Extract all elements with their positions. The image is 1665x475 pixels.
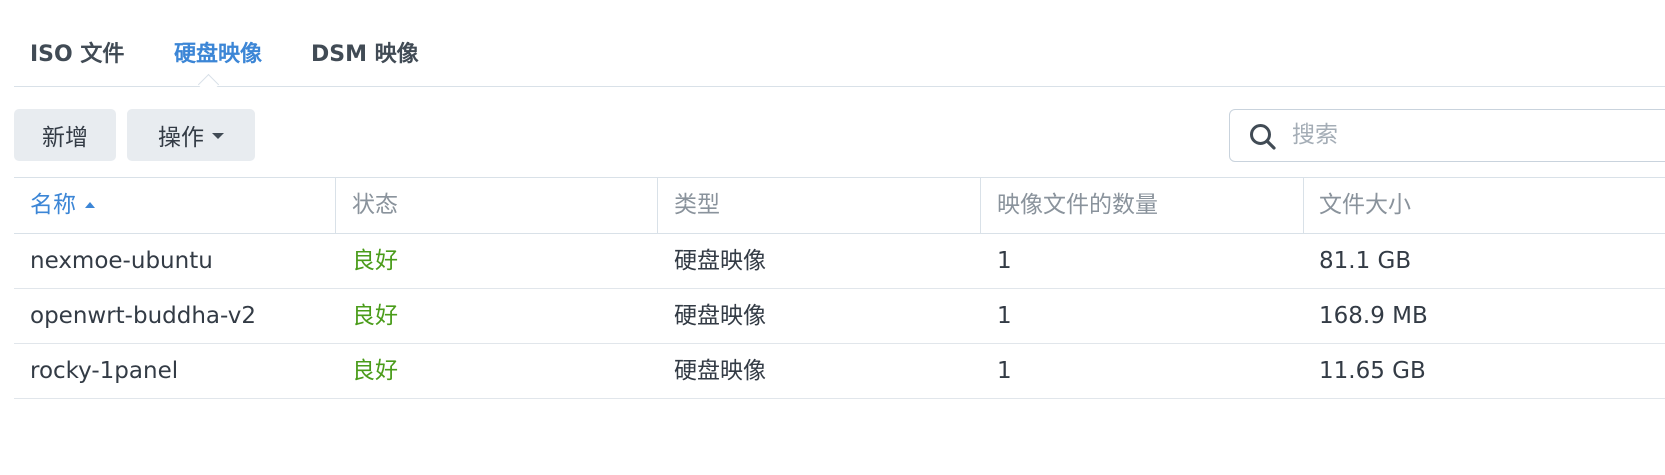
column-header-status[interactable]: 状态 xyxy=(352,178,398,233)
cell-status: 良好 xyxy=(352,303,398,329)
cell-name: rocky-1panel xyxy=(30,358,179,384)
disk-image-table: 名称 状态 类型 映像文件的数量 文件大小 nexmoe-ubuntu 良好 硬… xyxy=(14,177,1665,399)
search-box[interactable] xyxy=(1229,109,1665,162)
column-header-file-size[interactable]: 文件大小 xyxy=(1319,178,1411,233)
cell-type: 硬盘映像 xyxy=(674,248,766,274)
search-input[interactable] xyxy=(1292,118,1592,152)
cell-type: 硬盘映像 xyxy=(674,303,766,329)
add-button-label: 新增 xyxy=(42,125,88,151)
tab-dsm-images[interactable]: DSM 映像 xyxy=(311,36,419,68)
cell-image-count: 1 xyxy=(997,248,1012,274)
search-icon xyxy=(1250,124,1276,150)
tab-iso-files[interactable]: ISO 文件 xyxy=(30,36,124,68)
sort-ascending-icon xyxy=(85,202,95,208)
column-header-name-label: 名称 xyxy=(30,192,76,218)
action-dropdown-button[interactable]: 操作 xyxy=(127,109,255,161)
disk-image-manager: ISO 文件 硬盘映像 DSM 映像 新增 操作 名称 状态 类型 映像文件的数… xyxy=(0,0,1665,475)
table-row[interactable]: rocky-1panel 良好 硬盘映像 1 11.65 GB xyxy=(14,344,1665,399)
tab-bar: ISO 文件 硬盘映像 DSM 映像 xyxy=(14,0,1665,87)
cell-name: nexmoe-ubuntu xyxy=(30,248,213,274)
column-divider[interactable] xyxy=(335,178,336,233)
cell-image-count: 1 xyxy=(997,303,1012,329)
column-divider[interactable] xyxy=(980,178,981,233)
column-divider[interactable] xyxy=(657,178,658,233)
tab-disk-images[interactable]: 硬盘映像 xyxy=(174,36,262,68)
table-header: 名称 状态 类型 映像文件的数量 文件大小 xyxy=(14,177,1665,234)
column-divider[interactable] xyxy=(1303,178,1304,233)
cell-status: 良好 xyxy=(352,248,398,274)
cell-status: 良好 xyxy=(352,358,398,384)
add-button[interactable]: 新增 xyxy=(14,109,116,161)
cell-file-size: 81.1 GB xyxy=(1319,248,1412,274)
table-row[interactable]: nexmoe-ubuntu 良好 硬盘映像 1 81.1 GB xyxy=(14,234,1665,289)
cell-file-size: 168.9 MB xyxy=(1319,303,1428,329)
column-header-type[interactable]: 类型 xyxy=(674,178,720,233)
cell-image-count: 1 xyxy=(997,358,1012,384)
column-header-name[interactable]: 名称 xyxy=(30,178,95,233)
table-row[interactable]: openwrt-buddha-v2 良好 硬盘映像 1 168.9 MB xyxy=(14,289,1665,344)
column-header-image-count[interactable]: 映像文件的数量 xyxy=(997,178,1158,233)
cell-name: openwrt-buddha-v2 xyxy=(30,303,256,329)
cell-type: 硬盘映像 xyxy=(674,358,766,384)
action-button-label: 操作 xyxy=(158,125,204,151)
caret-down-icon xyxy=(212,133,224,139)
cell-file-size: 11.65 GB xyxy=(1319,358,1426,384)
